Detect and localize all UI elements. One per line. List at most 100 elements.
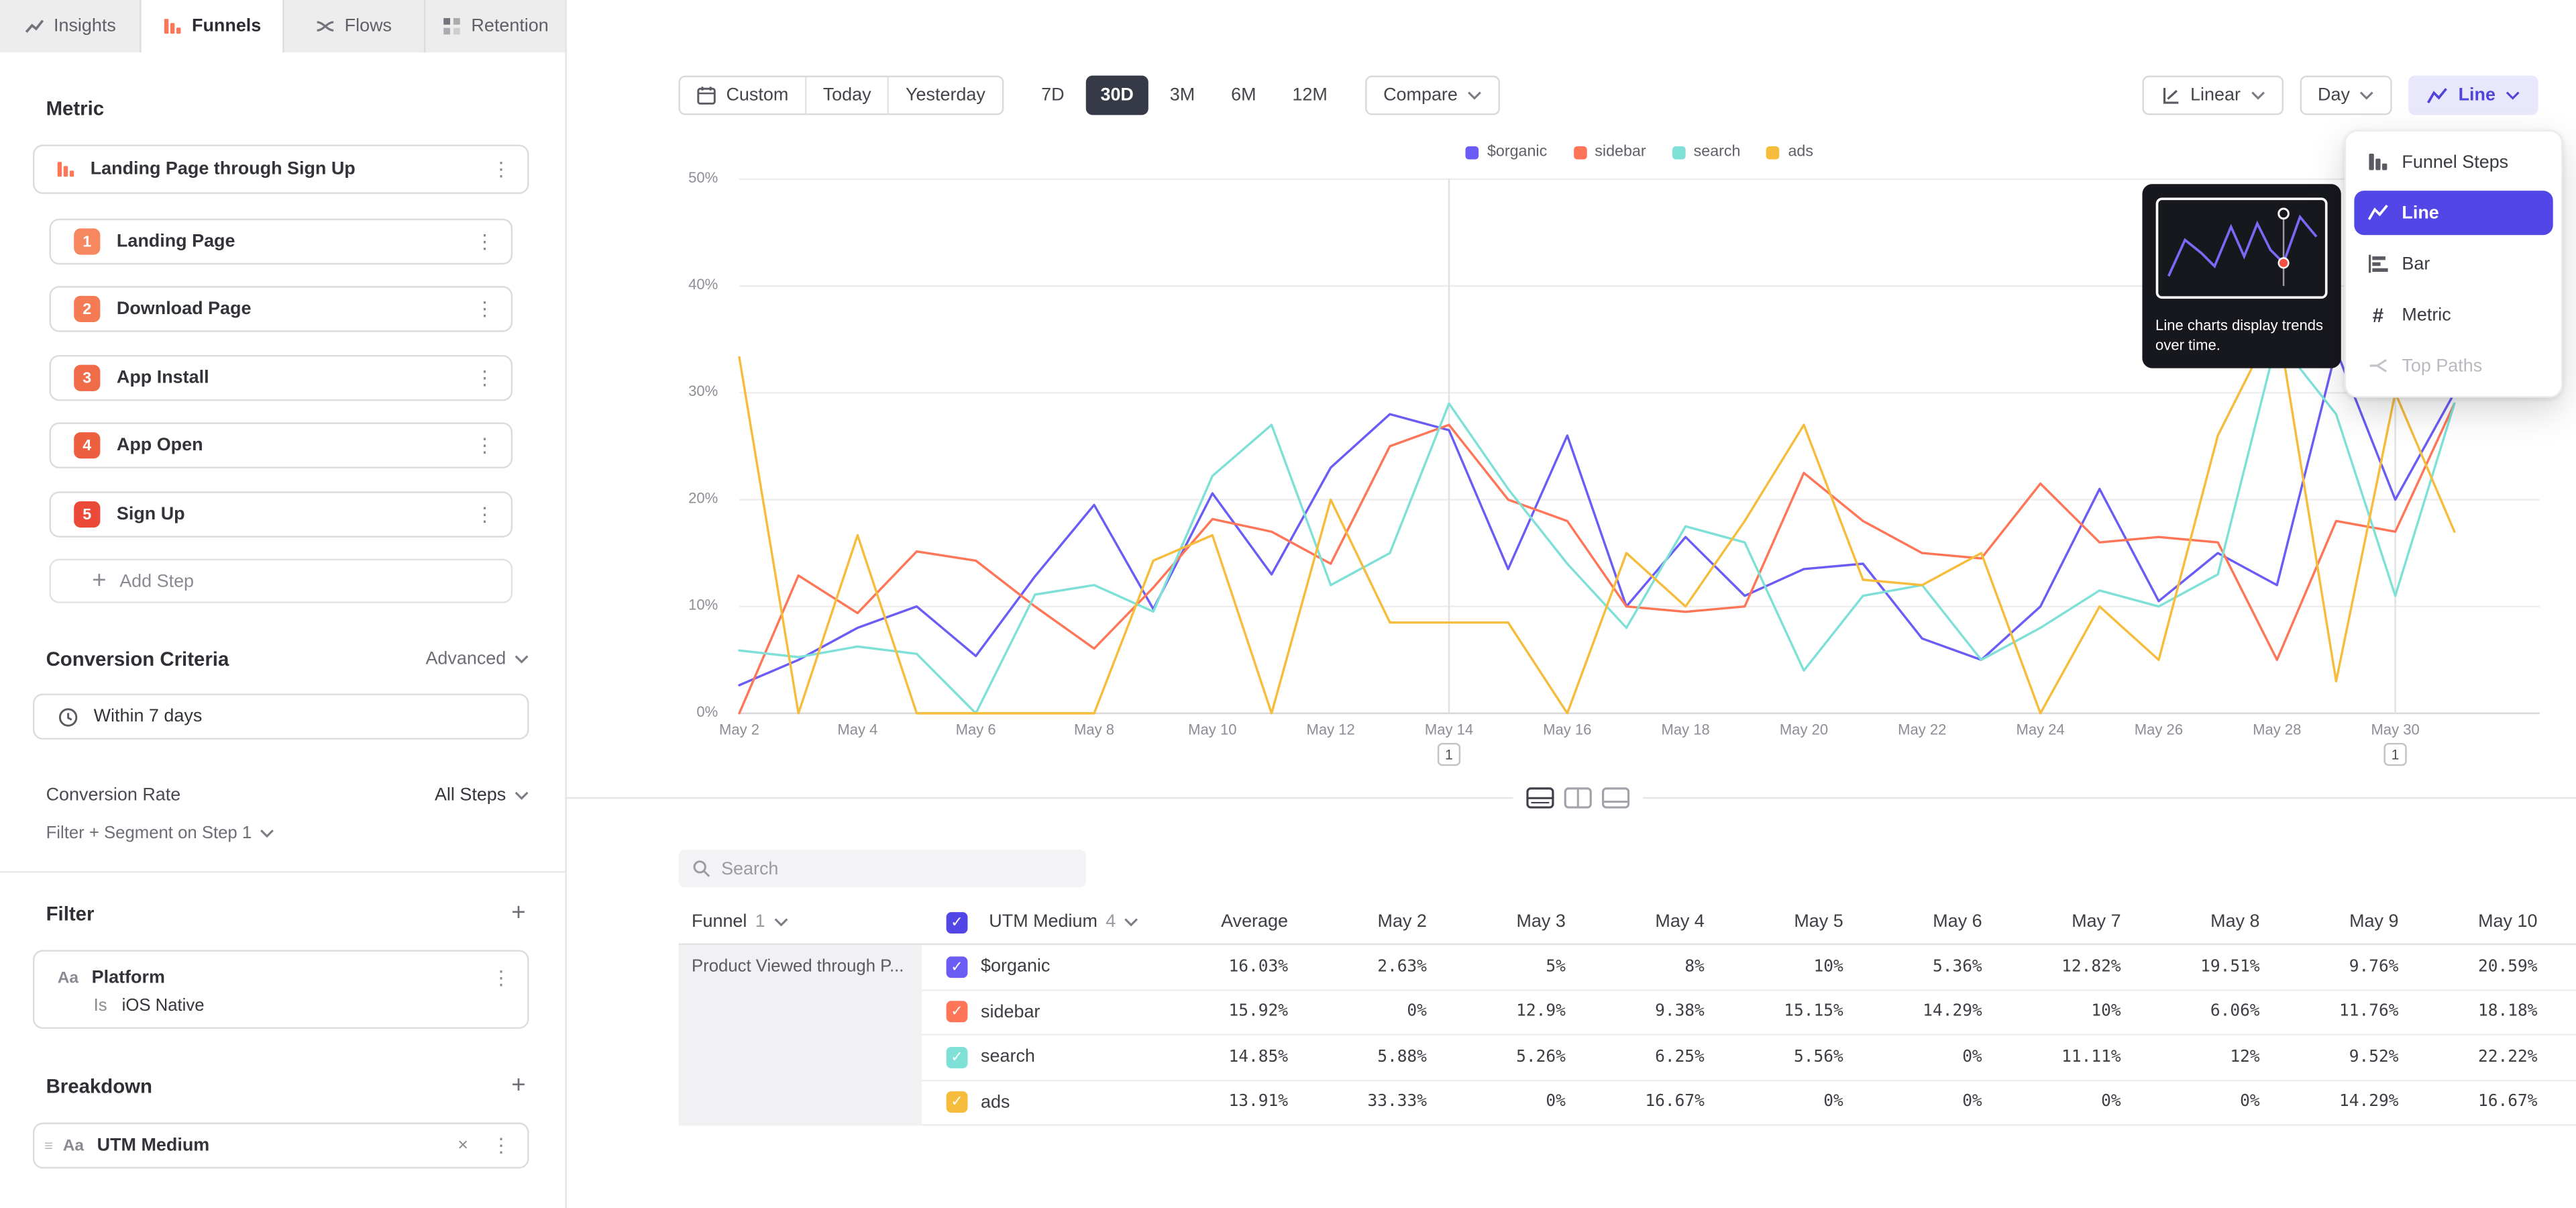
all-steps-dropdown[interactable]: All Steps: [435, 786, 529, 805]
kebab-menu-icon[interactable]: ⋮: [458, 434, 511, 457]
kebab-menu-icon[interactable]: ⋮: [475, 1134, 527, 1157]
cell-value: 11.76%: [2278, 1003, 2417, 1021]
menu-item-line[interactable]: Line: [2354, 191, 2553, 235]
add-breakdown-button[interactable]: +: [511, 1073, 525, 1098]
table-header-row: Funnel 1 ✓ UTM Medium 4 Average May 2May…: [678, 901, 2576, 945]
x-axis-label: May 12: [1291, 721, 1371, 738]
annotation-marker[interactable]: 1: [1438, 743, 1460, 766]
step-row-1[interactable]: 1 Landing Page ⋮: [49, 219, 513, 265]
filter-segment-label: Filter + Segment on Step 1: [46, 823, 252, 843]
series-checkbox[interactable]: ✓: [947, 956, 968, 978]
layout-side-by-side-toggle[interactable]: [1564, 787, 1592, 808]
search-box[interactable]: [678, 850, 1085, 887]
x-axis-label: May 10: [1173, 721, 1252, 738]
yesterday-button[interactable]: Yesterday: [888, 77, 1002, 113]
series-label: search: [981, 1048, 1035, 1067]
search-input[interactable]: [721, 859, 1073, 878]
range-12m-button[interactable]: 12M: [1277, 76, 1342, 115]
tab-label: Flows: [345, 16, 392, 36]
kebab-menu-icon[interactable]: ⋮: [458, 297, 511, 320]
series-row: ✓ads13.91%33.33%0%16.67%0%0%0%0%14.29%16…: [922, 1080, 2576, 1125]
menu-item-label: Top Paths: [2402, 356, 2482, 375]
kebab-menu-icon[interactable]: ⋮: [458, 503, 511, 525]
tab-retention[interactable]: Retention: [425, 0, 566, 52]
average-column-header[interactable]: Average: [1168, 912, 1306, 932]
compare-button[interactable]: Compare: [1365, 76, 1500, 115]
drag-handle-icon[interactable]: ≡: [44, 1138, 53, 1154]
chevron-down-icon: [1124, 917, 1138, 927]
step-row-3[interactable]: 3 App Install ⋮: [49, 355, 513, 401]
range-7d-button[interactable]: 7D: [1026, 76, 1079, 115]
tab-insights[interactable]: Insights: [0, 0, 142, 52]
date-column-header: May 6: [1862, 912, 2000, 932]
cell-value: 12%: [2139, 1048, 2278, 1066]
interval-day-button[interactable]: Day: [2300, 76, 2393, 115]
chart-controls: Linear Day Line: [2143, 76, 2538, 115]
average-value: 14.85%: [1168, 1048, 1306, 1066]
select-all-checkbox[interactable]: ✓: [947, 911, 968, 933]
filter-segment-dropdown[interactable]: Filter + Segment on Step 1: [46, 823, 275, 843]
kebab-menu-icon[interactable]: ⋮: [458, 230, 511, 253]
step-row-4[interactable]: 4 App Open ⋮: [49, 422, 513, 468]
flows-icon: [315, 16, 335, 36]
filter-operator[interactable]: Is: [94, 996, 107, 1015]
y-axis-label: 30%: [612, 383, 718, 399]
funnel-icon: [56, 160, 75, 179]
average-value: 16.03%: [1168, 958, 1306, 976]
series-checkbox[interactable]: ✓: [947, 1046, 968, 1068]
tab-funnels[interactable]: Funnels: [142, 0, 283, 52]
funnel-header-label: Funnel: [692, 912, 747, 932]
today-button[interactable]: Today: [805, 77, 888, 113]
tab-flows[interactable]: Flows: [283, 0, 425, 52]
funnel-metric-card[interactable]: Landing Page through Sign Up ⋮: [33, 145, 529, 194]
custom-date-button[interactable]: Custom: [680, 77, 805, 113]
series-label-cell: ✓$organic: [922, 956, 1168, 978]
conversion-window-card[interactable]: Within 7 days: [33, 693, 529, 740]
menu-item-metric[interactable]: # Metric: [2354, 293, 2553, 337]
property-type-icon: Aa: [63, 1136, 84, 1154]
series-label-cell: ✓sidebar: [922, 1001, 1168, 1023]
x-axis-label: May 22: [1883, 721, 1962, 738]
add-step-button[interactable]: + Add Step: [49, 559, 513, 603]
kebab-menu-icon[interactable]: ⋮: [475, 158, 527, 181]
tab-label: Insights: [54, 16, 116, 36]
scale-linear-button[interactable]: Linear: [2143, 76, 2284, 115]
x-axis-label: May 14: [1409, 721, 1489, 738]
add-filter-button[interactable]: +: [511, 901, 525, 925]
x-axis-label: May 30: [2356, 721, 2435, 738]
series-checkbox[interactable]: ✓: [947, 1001, 968, 1023]
breakdown-property-name: UTM Medium: [97, 1136, 210, 1155]
breakdown-card-utm-medium[interactable]: ≡ Aa UTM Medium × ⋮: [33, 1123, 529, 1169]
series-label-cell: ✓ads: [922, 1092, 1168, 1113]
advanced-dropdown[interactable]: Advanced: [425, 649, 529, 668]
cell-value: 2.63%: [1306, 958, 1445, 976]
table-body: ✓$organic16.03%2.63%5%8%10%5.36%12.82%19…: [678, 945, 2576, 1125]
funnel-steps-icon: [2367, 151, 2389, 172]
menu-item-bar[interactable]: Bar: [2354, 242, 2553, 286]
series-checkbox[interactable]: ✓: [947, 1092, 968, 1113]
range-6m-button[interactable]: 6M: [1216, 76, 1271, 115]
kebab-menu-icon[interactable]: ⋮: [458, 366, 511, 389]
remove-breakdown-icon[interactable]: ×: [451, 1136, 474, 1155]
day-label: Day: [2318, 85, 2350, 105]
filter-card-platform[interactable]: Aa Platform ⋮ Is iOS Native: [33, 950, 529, 1029]
annotation-marker[interactable]: 1: [2383, 743, 2406, 766]
custom-label: Custom: [726, 85, 788, 105]
step-row-5[interactable]: 5 Sign Up ⋮: [49, 491, 513, 538]
layout-table-only-toggle[interactable]: [1602, 787, 1630, 808]
filter-value[interactable]: iOS Native: [122, 996, 205, 1015]
range-30d-button[interactable]: 30D: [1085, 76, 1148, 115]
breakdown-column-header[interactable]: ✓ UTM Medium 4: [922, 911, 1168, 933]
yesterday-label: Yesterday: [906, 85, 985, 105]
chart-type-button[interactable]: Line: [2409, 76, 2538, 115]
funnel-column-header[interactable]: Funnel 1: [678, 912, 921, 932]
app-window: Insights Funnels Flows Retention Metric …: [0, 0, 2576, 1208]
layout-chart-and-table-toggle[interactable]: [1526, 787, 1554, 808]
menu-item-funnel-steps[interactable]: Funnel Steps: [2354, 140, 2553, 184]
average-value: 13.91%: [1168, 1093, 1306, 1111]
step-row-2[interactable]: 2 Download Page ⋮: [49, 286, 513, 332]
kebab-menu-icon[interactable]: ⋮: [475, 966, 527, 989]
funnel-group-cell[interactable]: Product Viewed through P...: [678, 945, 921, 1125]
step-label: Download Page: [117, 299, 252, 319]
range-3m-button[interactable]: 3M: [1155, 76, 1210, 115]
